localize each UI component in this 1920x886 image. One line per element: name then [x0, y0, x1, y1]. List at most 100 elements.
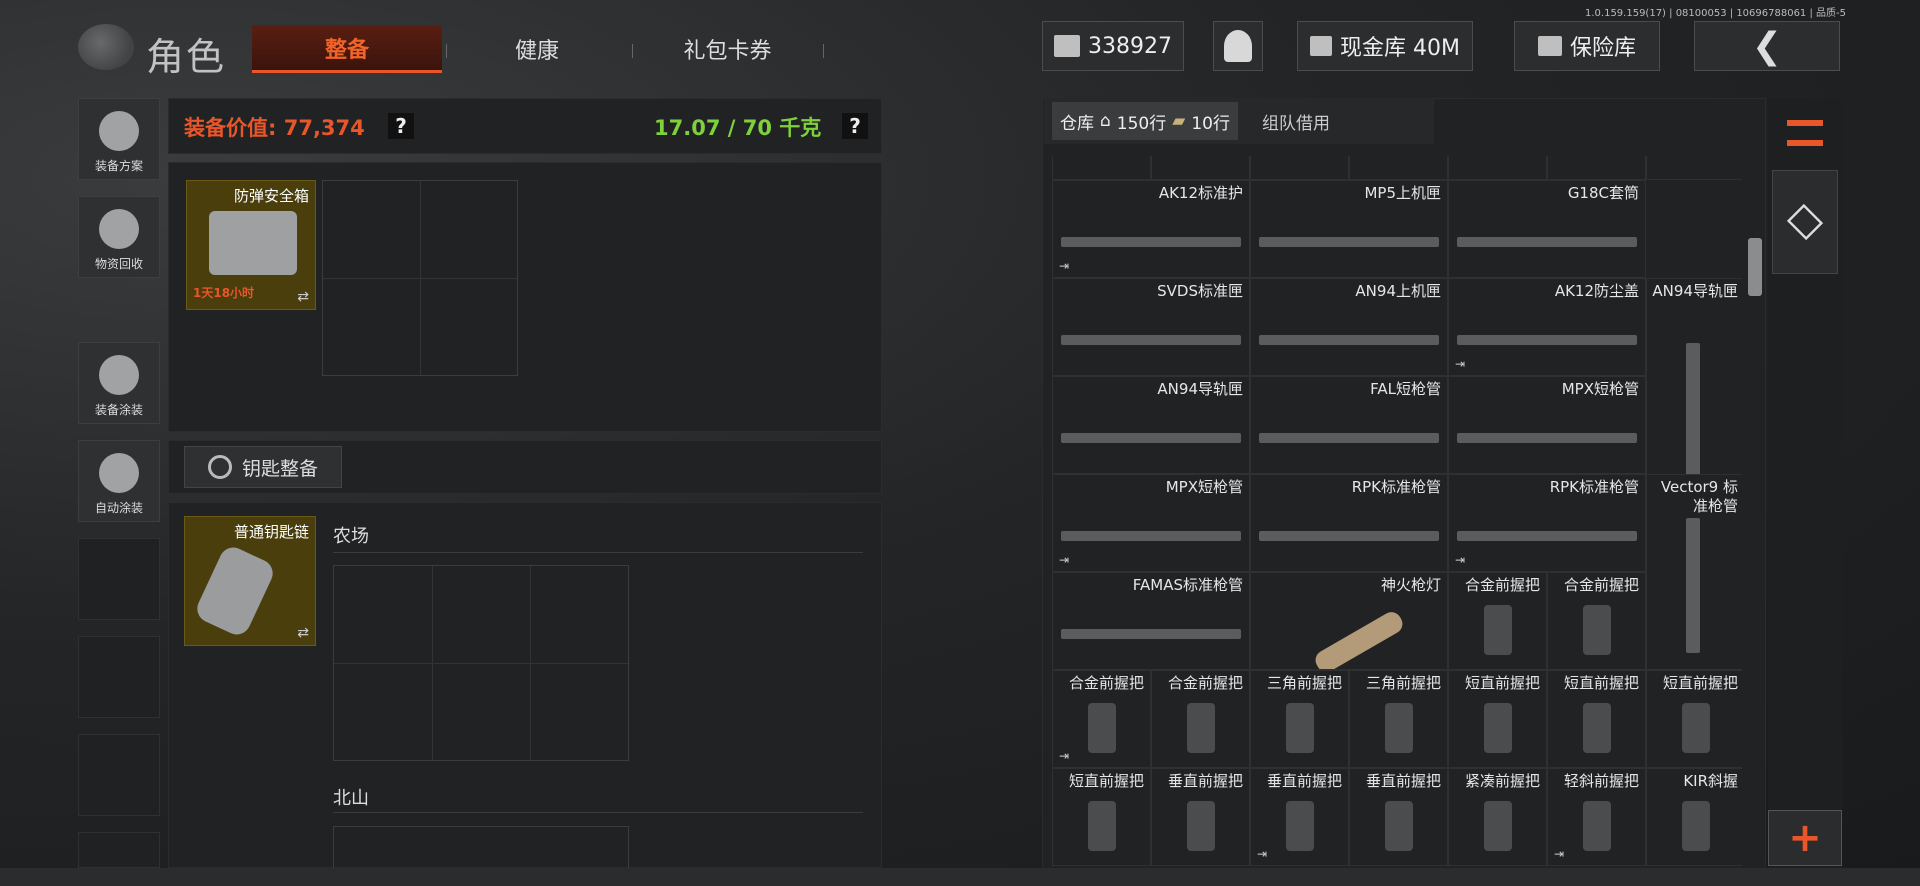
equipment-value: 装备价值: 77,374 [184, 112, 365, 142]
warehouse-item[interactable]: SVDS标准匣 [1052, 278, 1250, 376]
weapon-part-icon [1457, 335, 1637, 345]
warehouse-item[interactable]: MPX短枪管 [1448, 376, 1646, 474]
warehouse-item[interactable]: AK12防尘盖 ⇥ [1448, 278, 1646, 376]
cash-vault-button[interactable]: 现金库 40M [1297, 21, 1473, 71]
warehouse-item[interactable]: KIR斜握 [1646, 768, 1742, 866]
warehouse-item[interactable]: MPX短枪管 ⇥ [1052, 474, 1250, 572]
warehouse-item[interactable]: FAL短枪管 [1250, 376, 1448, 474]
warehouse-item[interactable]: AN94上机匣 [1250, 278, 1448, 376]
item-name: 防弹安全箱 [233, 187, 309, 205]
warehouse-item[interactable]: 合金前握把 ⇥ [1052, 670, 1151, 768]
sidebar-item-recycle[interactable]: 物资回收 [78, 196, 160, 278]
timer-text: 1天18小时 [193, 286, 255, 300]
home-icon: ⌂ [1100, 111, 1111, 131]
safe-box-item[interactable]: 防弹安全箱 1天18小时 ⇄ [186, 180, 316, 310]
version-text: 1.0.159.159(17) | 08100053 | 10696788061… [1585, 8, 1846, 19]
tab-gift-coupons[interactable]: 礼包卡券 [640, 25, 815, 73]
safe-vault-button[interactable]: 保险库 [1514, 21, 1660, 71]
add-button[interactable]: + [1768, 810, 1842, 866]
grip-icon [1681, 703, 1710, 753]
warehouse-cell-partial[interactable] [1349, 156, 1448, 180]
warehouse-item-name: Vector9 标准枪管 [1660, 478, 1738, 515]
layers-download-icon [1786, 203, 1824, 241]
warehouse-item-name: FAMAS标准枪管 [1132, 576, 1243, 594]
warehouse-item[interactable]: 神火枪灯 [1250, 572, 1448, 670]
warehouse-cell-partial[interactable] [1151, 156, 1250, 180]
warehouse-item[interactable]: AK12标准护 ⇥ [1052, 180, 1250, 278]
storage-button[interactable] [1772, 170, 1838, 274]
warehouse-item[interactable]: MP5上机匣 [1250, 180, 1448, 278]
empty-slot [78, 636, 160, 718]
warehouse-item-name: 垂直前握把 [1266, 772, 1342, 790]
warehouse-cell-partial[interactable] [1250, 156, 1349, 180]
warehouse-item[interactable]: 合金前握把 [1448, 572, 1547, 670]
back-button[interactable]: ❮ [1694, 21, 1840, 71]
safe-box-icon [209, 211, 297, 275]
grip-icon [1384, 703, 1413, 753]
weight-help-button[interactable]: ? [842, 113, 868, 139]
weapon-part-icon [1259, 433, 1439, 443]
tab-health[interactable]: 健康 [452, 25, 622, 73]
warehouse-item[interactable]: G18C套筒 [1448, 180, 1646, 278]
warehouse-item[interactable]: 短直前握把 [1448, 670, 1547, 768]
warehouse-item[interactable]: AN94导轨匣 [1052, 376, 1250, 474]
warehouse-item[interactable]: 合金前握把 [1547, 572, 1646, 670]
warehouse-item[interactable]: 垂直前握把 ⇥ [1250, 768, 1349, 866]
warehouse-header: 仓库 ⌂ 150行 ▰ 10行 组队借用 [1044, 98, 1434, 144]
safe-box-grid[interactable] [322, 180, 518, 376]
sidebar-item-auto-paint[interactable]: 自动涂装 [78, 440, 160, 522]
warehouse-scrollbar[interactable] [1748, 238, 1762, 296]
sidebar-item-loadout[interactable]: 装备方案 [78, 98, 160, 180]
help-button[interactable]: ? [388, 113, 414, 139]
warehouse-item-name: MPX短枪管 [1561, 380, 1639, 398]
operator-icon [1224, 30, 1252, 62]
warehouse-cell-partial[interactable] [1547, 156, 1646, 180]
warehouse-cell-partial[interactable] [1646, 156, 1742, 180]
warehouse-item-name: 垂直前握把 [1167, 772, 1243, 790]
exit-icon: ⇥ [1059, 553, 1070, 567]
warehouse-item[interactable]: 轻斜前握把 ⇥ [1547, 768, 1646, 866]
safe-icon [1537, 36, 1562, 56]
warehouse-item[interactable]: FAMAS标准枪管 [1052, 572, 1250, 670]
sidebar-item-label: 装备方案 [94, 159, 143, 173]
warehouse-cell-partial[interactable] [1448, 156, 1547, 180]
tab-equipment[interactable]: 整备 [252, 25, 442, 73]
north-key-grid[interactable] [333, 826, 629, 870]
warehouse-item-name: AN94导轨匣 [1157, 380, 1243, 398]
ticket-icon: ▰ [1172, 111, 1186, 131]
farm-key-grid[interactable] [333, 565, 629, 761]
warehouse-item[interactable]: 垂直前握把 [1349, 768, 1448, 866]
warehouse-item[interactable]: 短直前握把 [1052, 768, 1151, 866]
money-display[interactable]: 338927 [1042, 21, 1184, 71]
sort-button[interactable] [1772, 103, 1838, 163]
warehouse-item[interactable]: 短直前握把 [1547, 670, 1646, 768]
cash-icon [1054, 35, 1080, 57]
weapon-part-icon [1061, 237, 1241, 247]
warehouse-item-name: G18C套筒 [1567, 184, 1639, 202]
operator-button[interactable] [1213, 21, 1263, 71]
warehouse-item-name: MPX短枪管 [1165, 478, 1243, 496]
warehouse-item[interactable]: 垂直前握把 [1151, 768, 1250, 866]
keys-button[interactable]: 钥匙整备 [184, 446, 342, 488]
keychain-item[interactable]: 普通钥匙链 ⇄ [184, 516, 316, 646]
warehouse-item-name: 合金前握把 [1167, 674, 1243, 692]
tab-warehouse[interactable]: 仓库 ⌂ 150行 ▰ 10行 [1052, 102, 1238, 140]
keychain-icon [192, 542, 278, 640]
warehouse-item[interactable]: 合金前握把 [1151, 670, 1250, 768]
warehouse-item[interactable]: 三角前握把 [1349, 670, 1448, 768]
grip-icon [1087, 801, 1116, 851]
warehouse-item[interactable]: Vector9 标准枪管 [1646, 474, 1742, 670]
warehouse-item[interactable]: RPK标准枪管 ⇥ [1448, 474, 1646, 572]
swap-icon: ⇄ [297, 625, 309, 641]
warehouse-item[interactable]: 紧凑前握把 [1448, 768, 1547, 866]
sidebar-item-paint[interactable]: 装备涂装 [78, 342, 160, 424]
warehouse-item-name: KIR斜握 [1683, 772, 1738, 790]
sidebar-item-label: 物资回收 [94, 257, 143, 271]
tab-team-borrow[interactable]: 组队借用 [1262, 109, 1330, 134]
warehouse-item[interactable]: 短直前握把 [1646, 670, 1742, 768]
warehouse-item[interactable]: 三角前握把 [1250, 670, 1349, 768]
globe-icon [78, 24, 134, 70]
grip-icon [1285, 801, 1314, 851]
warehouse-cell-partial[interactable] [1052, 156, 1151, 180]
warehouse-item[interactable]: RPK标准枪管 [1250, 474, 1448, 572]
